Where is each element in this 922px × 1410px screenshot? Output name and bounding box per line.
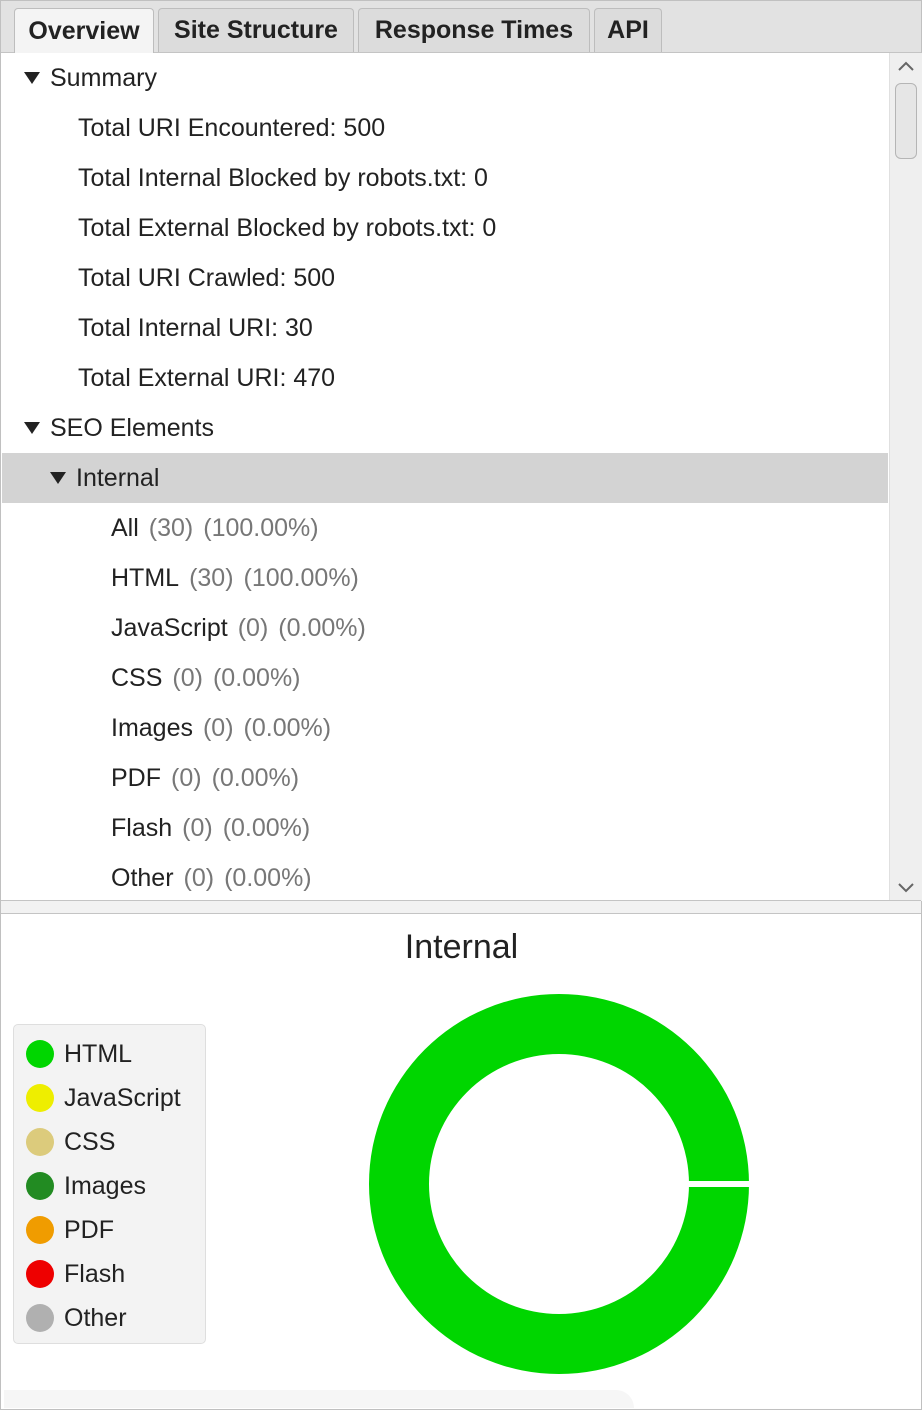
tab-overview[interactable]: Overview [14,8,154,53]
internal-item-images[interactable]: Images (0) (0.00%) [2,703,888,753]
summary-item[interactable]: Total URI Crawled: 500 [2,253,888,303]
item-percent: (0.00%) [222,813,311,842]
tab-site-structure[interactable]: Site Structure [158,8,354,52]
tree-node-label: Internal [76,463,160,492]
tree-node-label: Summary [50,63,157,92]
item-percent: (0.00%) [224,863,312,892]
item-percent: (0.00%) [278,613,366,642]
tree-node-internal[interactable]: Internal [2,453,888,503]
item-percent: (0.00%) [211,763,300,792]
internal-item-css[interactable]: CSS (0) (0.00%) [2,653,888,703]
internal-item-all[interactable]: All (30) (100.00%) [2,503,888,553]
item-name: JavaScript [111,613,228,642]
item-count: (30) [148,513,194,542]
donut-slice-separator [687,1181,753,1187]
expand-triangle-icon[interactable] [50,472,66,484]
summary-item-text: Total External Blocked by robots.txt: 0 [78,213,497,242]
expand-triangle-icon[interactable] [24,422,40,434]
summary-item[interactable]: Total External Blocked by robots.txt: 0 [2,203,888,253]
summary-item-text: Total Internal Blocked by robots.txt: 0 [78,163,488,192]
vertical-scrollbar[interactable] [889,53,922,901]
item-name: Flash [111,813,173,842]
item-percent: (0.00%) [212,663,301,692]
item-name: Images [111,713,193,742]
scroll-up-arrow-icon[interactable] [890,53,922,79]
window-frame: Overview Site Structure Response Times A… [0,0,922,1410]
summary-item[interactable]: Total Internal Blocked by robots.txt: 0 [2,153,888,203]
item-count: (0) [171,763,202,792]
item-count: (0) [182,813,213,842]
summary-item-text: Total URI Encountered: 500 [78,113,386,142]
internal-item-other[interactable]: Other (0) (0.00%) [2,853,888,901]
tree-node-label: SEO Elements [50,413,214,442]
pane-splitter[interactable] [1,900,921,914]
summary-item-text: Total URI Crawled: 500 [78,263,336,292]
item-count: (0) [183,863,215,892]
internal-item-pdf[interactable]: PDF (0) (0.00%) [2,753,888,803]
item-name: Other [111,863,174,892]
donut-chart [369,994,753,1374]
overview-tree: Summary Total URI Encountered: 500 Total… [2,53,888,901]
decorative-shade [4,1390,634,1408]
scroll-down-arrow-icon[interactable] [890,875,922,901]
summary-item-text: Total External URI: 470 [78,363,336,392]
summary-item[interactable]: Total Internal URI: 30 [2,303,888,353]
scrollbar-thumb[interactable] [895,83,917,159]
tree-node-seo-elements[interactable]: SEO Elements [2,403,888,453]
summary-item[interactable]: Total External URI: 470 [2,353,888,403]
summary-item-text: Total Internal URI: 30 [78,313,313,342]
chart-panel: Internal HTML JavaScript CSS Images PDF Flash… [2,914,921,1409]
internal-item-flash[interactable]: Flash (0) (0.00%) [2,803,888,853]
item-count: (30) [189,563,234,592]
tab-bar: Overview Site Structure Response Times A… [1,1,921,53]
item-name: HTML [111,563,180,592]
item-count: (0) [202,713,234,742]
item-name: CSS [111,663,163,692]
item-percent: (100.00%) [203,513,319,542]
internal-item-html[interactable]: HTML (30) (100.00%) [2,553,888,603]
item-count: (0) [237,613,269,642]
tab-api[interactable]: API [594,8,662,52]
item-count: (0) [172,663,203,692]
tab-response-times[interactable]: Response Times [358,8,590,52]
internal-item-javascript[interactable]: JavaScript (0) (0.00%) [2,603,888,653]
item-name: All [111,513,139,542]
item-percent: (0.00%) [243,713,332,742]
tree-node-summary[interactable]: Summary [2,53,888,103]
item-percent: (100.00%) [243,563,359,592]
summary-item[interactable]: Total URI Encountered: 500 [2,103,888,153]
item-name: PDF [111,763,161,792]
expand-triangle-icon[interactable] [24,72,40,84]
